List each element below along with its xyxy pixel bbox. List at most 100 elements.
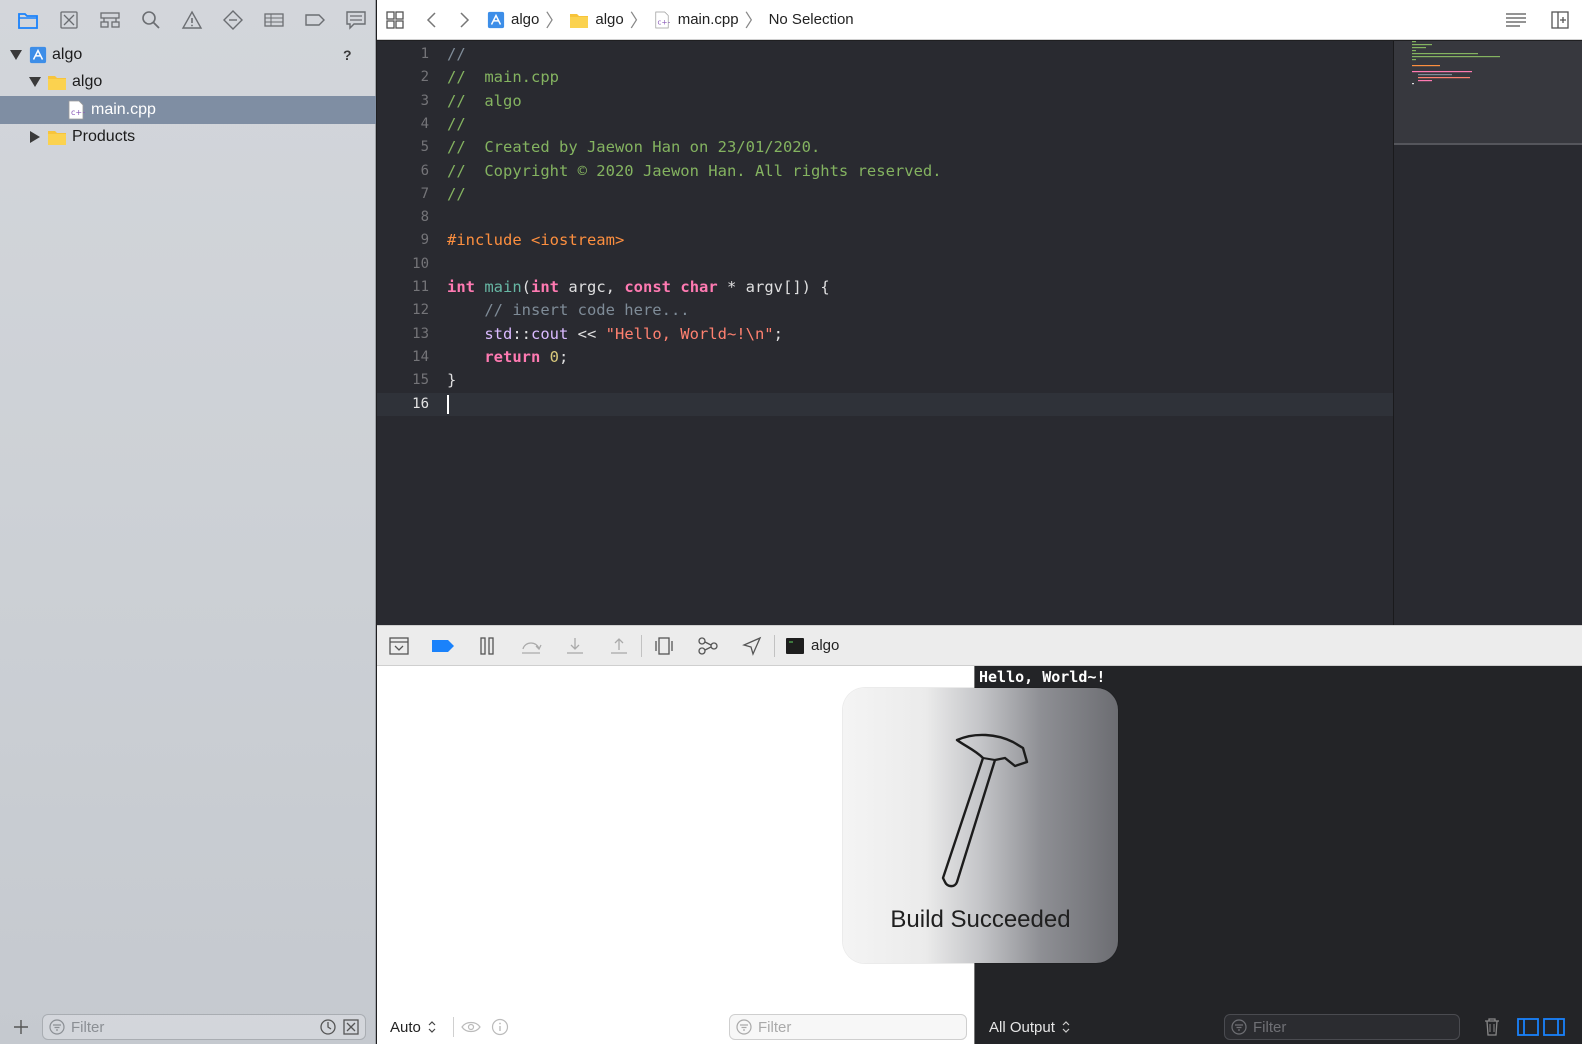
memory-graph-button[interactable] [686,626,730,666]
navigator-filter-field[interactable]: Filter [42,1014,366,1040]
step-into-button[interactable] [553,626,597,666]
source-editor[interactable]: 1 // 2 // main.cpp 3 // algo 4 // 5 // Create… [377,41,1393,625]
hide-debug-area-icon [389,636,409,655]
scope-selector[interactable]: Auto [390,1019,437,1036]
tree-row-project[interactable]: algo ? [0,41,376,69]
output-selector[interactable]: All Output [989,1019,1071,1036]
code-line[interactable]: 6 // Copyright © 2020 Jaewon Han. All rig… [377,160,1393,183]
breakpoints-toggle-button[interactable] [421,626,465,666]
code-line[interactable]: 3 // algo [377,90,1393,113]
navigator-filter-bar: Filter [0,1010,376,1044]
step-out-button[interactable] [597,626,641,666]
process-selector[interactable]: algo [785,637,839,655]
line-number: 11 [412,279,429,295]
step-over-icon [522,641,542,654]
code-line[interactable]: 9 #include <iostream> [377,229,1393,252]
help-badge[interactable]: ? [343,47,352,63]
breadcrumb-symbol[interactable]: No Selection [769,11,854,28]
token-namespace: std [484,324,513,343]
code-line-current[interactable]: 16 [377,392,1393,416]
show-variables-view-icon[interactable] [1517,1017,1539,1037]
line-number: 10 [412,255,429,272]
code-text [447,393,449,416]
related-items-grid-icon[interactable] [385,10,405,30]
token-identifier: cout [531,324,569,343]
minimap[interactable] [1393,41,1582,625]
chevron-right-icon[interactable] [457,11,471,29]
code-line[interactable]: 2 // main.cpp [377,66,1393,89]
build-status-message: Build Succeeded [890,906,1071,933]
breadcrumb-file-label: main.cpp [677,11,739,28]
token-keyword: char [680,278,718,296]
token-punct: ( [521,278,532,296]
line-number: 4 [420,115,429,132]
toolbar-divider [774,634,775,657]
disclosure-closed-icon[interactable] [29,131,41,144]
location-arrow-icon [742,636,762,656]
console-filter-field[interactable]: Filter [1224,1014,1460,1040]
trash-icon[interactable] [1483,1017,1501,1037]
line-number: 2 [420,69,429,86]
code-line[interactable]: 12 // insert code here... [377,299,1393,322]
code-line[interactable]: 10 [377,253,1393,276]
hide-debug-area-button[interactable] [377,626,421,666]
tree-row-group[interactable]: algo [0,69,376,97]
code-line[interactable]: 7 // [377,183,1393,206]
recent-files-icon[interactable] [319,1018,337,1036]
tab-project-navigator[interactable] [8,0,49,40]
breadcrumb-file[interactable]: c++ main.cpp [654,11,739,29]
tab-report-navigator[interactable] [335,0,376,40]
code-line[interactable]: 14 return 0; [377,346,1393,369]
step-over-button[interactable] [509,626,553,666]
quick-look-eye-icon[interactable] [461,1019,481,1035]
disclosure-open-icon[interactable] [10,49,22,61]
breadcrumb-project[interactable]: algo [487,11,539,29]
tab-breakpoint-navigator[interactable] [294,0,335,40]
chevron-left-icon[interactable] [425,11,439,29]
token-punct: ; [559,347,569,366]
tree-row-products[interactable]: Products [0,124,376,152]
console-output[interactable]: Hello, World~! [979,668,1105,686]
show-console-view-icon[interactable] [1543,1017,1565,1037]
breadcrumb-separator-icon: 〉 [629,10,648,31]
view-hierarchy-button[interactable] [642,626,686,666]
tab-debug-navigator[interactable] [253,0,294,40]
tab-find-navigator[interactable] [131,0,172,40]
debug-bar: algo [377,625,1582,666]
add-icon[interactable] [12,1018,30,1036]
cpp-file-icon: c++ [655,11,670,28]
breadcrumb-group[interactable]: algo [569,11,624,29]
tab-test-navigator[interactable] [212,0,253,40]
code-line[interactable]: 11 int main(int argc, const char * argv[]… [377,276,1393,299]
pause-button[interactable] [465,626,509,666]
view-hierarchy-icon [655,636,673,655]
code-line[interactable]: 13 std::cout << "Hello, World~!\n"; [377,323,1393,346]
code-text: // main.cpp [447,68,559,87]
code-line[interactable]: 15} [377,369,1393,392]
tree-row-main-cpp[interactable]: c++ main.cpp [0,96,376,124]
code-text: // [447,45,466,63]
code-line[interactable]: 1 // [377,43,1393,66]
tab-issue-navigator[interactable] [172,0,213,40]
chevron-updown-icon [1062,1021,1070,1033]
code-text: // Created by Jaewon Han on 23/01/2020. [447,138,821,157]
variables-filter-bar: Auto Filter [377,1010,974,1044]
info-icon[interactable] [491,1018,509,1036]
add-editor-split-icon[interactable] [1550,10,1570,30]
simulate-location-button[interactable] [730,626,774,666]
code-line[interactable]: 4 // [377,113,1393,136]
code-line[interactable]: 5 // Created by Jaewon Han on 23/01/2020. [377,136,1393,159]
breakpoint-active-icon [432,639,454,652]
tab-symbol-navigator[interactable] [90,0,131,40]
editor-options-lines-icon[interactable] [1504,11,1528,29]
line-number: 15 [412,372,429,389]
source-control-filter-icon[interactable] [342,1018,360,1036]
variables-filter-field[interactable]: Filter [729,1014,967,1040]
disclosure-open-icon[interactable] [29,76,41,88]
tab-source-control[interactable] [49,0,90,40]
breakpoint-icon [304,14,325,26]
code-text: #include <iostream> [447,229,624,252]
pause-icon [480,636,494,655]
filter-icon [49,1019,65,1035]
code-line[interactable]: 8 [377,206,1393,229]
